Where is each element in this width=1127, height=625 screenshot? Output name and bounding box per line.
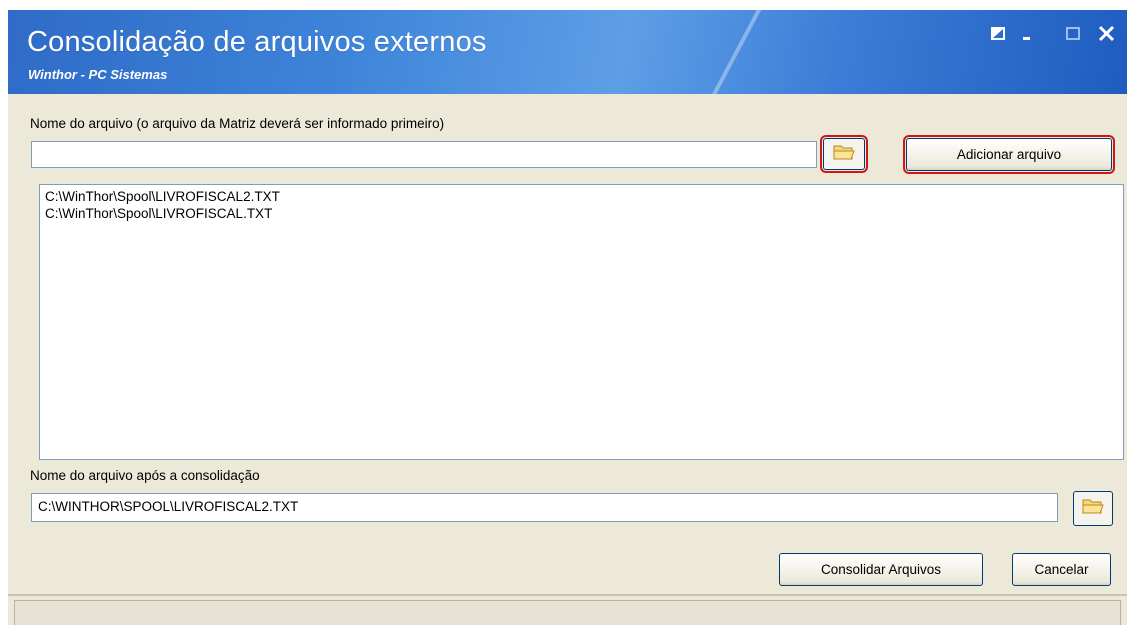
target-file-label: Nome do arquivo após a consolidação <box>30 468 260 483</box>
source-file-label: Nome do arquivo (o arquivo da Matriz dev… <box>30 116 445 131</box>
folder-open-icon <box>832 143 856 166</box>
consolidate-button[interactable]: Consolidar Arquivos <box>779 553 983 586</box>
browse-source-button[interactable] <box>820 135 868 173</box>
dialog-window: Consolidação de arquivos externos Wintho… <box>8 10 1127 625</box>
close-icon[interactable] <box>1096 24 1118 44</box>
browse-target-button[interactable] <box>1073 491 1113 526</box>
status-panel <box>14 600 1121 625</box>
maximize-icon[interactable] <box>1063 24 1085 44</box>
cancel-button[interactable]: Cancelar <box>1012 553 1111 586</box>
window-subtitle: Winthor - PC Sistemas <box>28 67 168 82</box>
minimize-icon[interactable] <box>1018 24 1040 44</box>
status-bar <box>8 594 1127 625</box>
dialog-content: Nome do arquivo (o arquivo da Matriz dev… <box>22 96 1124 625</box>
source-file-input[interactable] <box>31 141 817 168</box>
title-bar[interactable]: Consolidação de arquivos externos Wintho… <box>8 10 1127 94</box>
add-file-button[interactable]: Adicionar arquivo <box>903 135 1115 174</box>
list-item[interactable]: C:\WinThor\Spool\LIVROFISCAL2.TXT <box>45 188 1118 205</box>
file-list[interactable]: C:\WinThor\Spool\LIVROFISCAL2.TXT C:\Win… <box>39 184 1124 460</box>
target-file-input[interactable]: C:\WINTHOR\SPOOL\LIVROFISCAL2.TXT <box>31 493 1058 522</box>
window-title: Consolidação de arquivos externos <box>27 26 487 58</box>
list-item[interactable]: C:\WinThor\Spool\LIVROFISCAL.TXT <box>45 205 1118 222</box>
folder-open-icon <box>1081 497 1105 520</box>
restore-icon[interactable] <box>988 24 1010 44</box>
